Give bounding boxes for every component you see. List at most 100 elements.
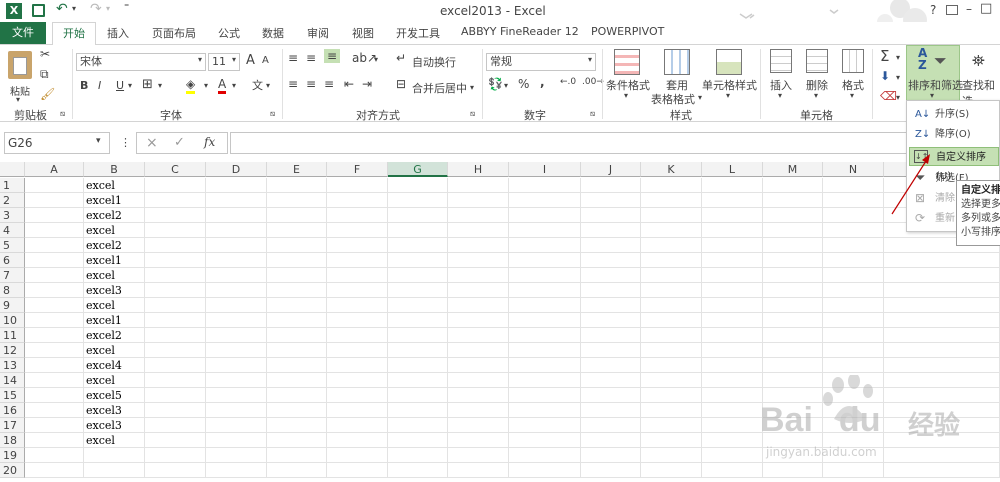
cell[interactable]	[145, 418, 206, 433]
conditional-format-icon[interactable]	[614, 49, 640, 75]
column-header-g[interactable]: G	[388, 162, 448, 177]
cell[interactable]	[763, 298, 823, 313]
merge-center-icon[interactable]: ⊟	[396, 77, 406, 91]
cell[interactable]	[702, 448, 763, 463]
cell[interactable]	[641, 358, 702, 373]
cell[interactable]	[581, 313, 641, 328]
row-header[interactable]: 8	[0, 283, 25, 298]
tab-developer[interactable]: 开发工具	[396, 25, 440, 41]
cell-styles-icon[interactable]	[716, 49, 742, 75]
cell[interactable]	[884, 328, 1000, 343]
cell[interactable]	[25, 388, 84, 403]
cell[interactable]	[884, 268, 1000, 283]
cell[interactable]	[448, 343, 509, 358]
cell[interactable]	[581, 358, 641, 373]
cell[interactable]	[145, 448, 206, 463]
cell[interactable]	[884, 298, 1000, 313]
redo-dropdown-icon[interactable]: ▾	[106, 4, 110, 13]
cell[interactable]	[388, 463, 448, 478]
cell[interactable]	[25, 298, 84, 313]
fill-icon[interactable]: ⬇	[880, 69, 890, 83]
cell[interactable]	[206, 388, 267, 403]
row-header[interactable]: 20	[0, 463, 25, 478]
cell[interactable]	[884, 253, 1000, 268]
tab-review[interactable]: 审阅	[307, 25, 329, 41]
cell[interactable]	[823, 313, 884, 328]
cell[interactable]	[763, 253, 823, 268]
align-left-icon[interactable]: ≡	[288, 77, 298, 91]
cell[interactable]	[641, 328, 702, 343]
select-all-corner[interactable]	[0, 162, 25, 177]
cell[interactable]	[327, 388, 388, 403]
cell[interactable]	[267, 463, 327, 478]
row-header[interactable]: 4	[0, 223, 25, 238]
cell[interactable]	[884, 343, 1000, 358]
cell[interactable]	[581, 253, 641, 268]
cell[interactable]	[25, 433, 84, 448]
fill-color-dropdown-icon[interactable]: ▾	[204, 81, 208, 90]
name-box-dropdown-icon[interactable]: ▾	[96, 136, 101, 146]
cut-icon[interactable]: ✂	[40, 47, 50, 61]
cell[interactable]	[25, 373, 84, 388]
cell[interactable]	[25, 448, 84, 463]
cell[interactable]: excel	[84, 433, 145, 448]
clear-dropdown-icon[interactable]: ▾	[896, 93, 900, 102]
cell[interactable]	[509, 223, 581, 238]
confirm-entry-button[interactable]: ✓	[174, 135, 185, 150]
cell[interactable]	[206, 238, 267, 253]
cell[interactable]	[84, 463, 145, 478]
cell[interactable]	[581, 223, 641, 238]
cell[interactable]	[509, 403, 581, 418]
orientation-dropdown-icon[interactable]: ▾	[374, 55, 378, 64]
cell[interactable]	[581, 178, 641, 193]
cell[interactable]	[327, 313, 388, 328]
column-header-l[interactable]: L	[702, 162, 763, 177]
cell[interactable]	[327, 463, 388, 478]
row-header[interactable]: 7	[0, 268, 25, 283]
cell[interactable]	[702, 343, 763, 358]
copy-icon[interactable]: ⧉	[40, 67, 49, 82]
funnel-icon[interactable]: ⏷	[934, 51, 947, 71]
underline-button[interactable]: U	[116, 79, 124, 92]
currency-icon[interactable]: 💱	[488, 77, 503, 91]
cell[interactable]	[581, 388, 641, 403]
conditional-format-dropdown-icon[interactable]: ▾	[624, 91, 628, 100]
cell[interactable]	[25, 208, 84, 223]
cell[interactable]	[25, 313, 84, 328]
cell[interactable]	[641, 208, 702, 223]
menu-item-sort-ascending[interactable]: A↓ 升序(S)	[909, 105, 999, 124]
cell[interactable]	[509, 388, 581, 403]
cell[interactable]	[509, 373, 581, 388]
row-header[interactable]: 19	[0, 448, 25, 463]
cell[interactable]	[641, 418, 702, 433]
cell[interactable]	[267, 298, 327, 313]
cell[interactable]	[641, 253, 702, 268]
borders-icon[interactable]: ⊞	[142, 77, 153, 92]
cell[interactable]	[145, 388, 206, 403]
row-header[interactable]: 17	[0, 418, 25, 433]
cell[interactable]	[206, 208, 267, 223]
cell[interactable]	[388, 373, 448, 388]
cell[interactable]	[702, 283, 763, 298]
cell[interactable]	[327, 223, 388, 238]
font-color-icon[interactable]: A	[218, 77, 227, 94]
cell[interactable]	[327, 373, 388, 388]
row-header[interactable]: 10	[0, 313, 25, 328]
cell[interactable]	[25, 418, 84, 433]
cell[interactable]	[145, 463, 206, 478]
cell[interactable]	[25, 403, 84, 418]
cell[interactable]	[509, 313, 581, 328]
cell[interactable]	[145, 403, 206, 418]
cell[interactable]	[327, 268, 388, 283]
tab-powerpivot[interactable]: POWERPIVOT	[591, 25, 664, 38]
cell[interactable]	[327, 283, 388, 298]
cell[interactable]	[581, 238, 641, 253]
currency-dropdown-icon[interactable]: ▾	[504, 81, 508, 90]
cell[interactable]	[448, 223, 509, 238]
cell[interactable]	[581, 208, 641, 223]
cell[interactable]	[702, 208, 763, 223]
cell[interactable]	[581, 448, 641, 463]
row-header[interactable]: 16	[0, 403, 25, 418]
cell[interactable]	[581, 463, 641, 478]
sort-filter-dropdown-icon[interactable]: ▾	[930, 91, 934, 100]
